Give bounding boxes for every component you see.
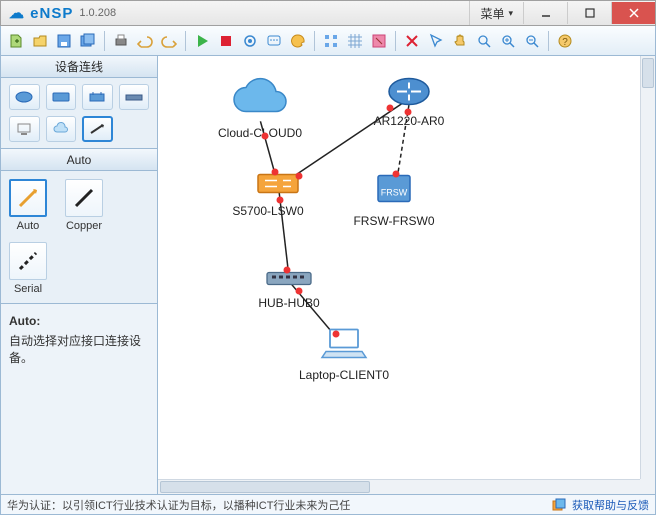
open-button[interactable] xyxy=(29,30,51,52)
grid-snap-button[interactable] xyxy=(320,30,342,52)
port-dot xyxy=(296,173,303,180)
print-button[interactable] xyxy=(110,30,132,52)
port-dot xyxy=(272,169,279,176)
port-dot xyxy=(284,267,291,274)
device-category-wlan[interactable] xyxy=(82,84,113,110)
port-dot xyxy=(387,105,394,112)
zoom-fit-button[interactable] xyxy=(473,30,495,52)
delete-button[interactable] xyxy=(401,30,423,52)
stop-button[interactable] xyxy=(215,30,237,52)
conn-type-auto[interactable]: Auto xyxy=(9,179,47,232)
node-cloud-icon[interactable] xyxy=(228,76,292,125)
port-dot xyxy=(405,109,412,116)
scroll-corner xyxy=(640,479,655,494)
close-button[interactable] xyxy=(611,2,655,24)
menu-dropdown-button[interactable]: 菜单▾ xyxy=(469,1,523,25)
connection-panel-title: Auto xyxy=(1,149,157,171)
start-button[interactable] xyxy=(191,30,213,52)
node-laptop-icon[interactable] xyxy=(320,326,368,367)
minimize-button[interactable] xyxy=(523,2,567,24)
node-hub-label: HUB-HUB0 xyxy=(258,296,319,310)
conn-type-serial[interactable]: Serial xyxy=(9,242,47,295)
svg-text:?: ? xyxy=(562,37,568,48)
device-category-pc[interactable] xyxy=(9,116,40,142)
status-text: 华为认证：以引领ICT行业技术认证为目标，以播种ICT行业未来为己任 xyxy=(7,497,350,513)
conn-type-copper[interactable]: Copper xyxy=(65,179,103,232)
device-category-switch[interactable] xyxy=(46,84,77,110)
sidebar: 设备连线 Auto Auto Copper Serial xyxy=(0,56,158,495)
info-panel: Auto: 自动选择对应接口连接设备。 xyxy=(1,304,157,494)
port-dot xyxy=(393,171,400,178)
grid-view-button[interactable] xyxy=(344,30,366,52)
port-dot xyxy=(296,288,303,295)
feedback-icon xyxy=(552,498,566,512)
node-laptop-label: Laptop-CLIENT0 xyxy=(299,368,389,382)
topology-canvas[interactable]: Cloud-CLOUD0 AR1220-AR0 S5700-LSW0 FRSW … xyxy=(158,56,640,479)
node-router-label: AR1220-AR0 xyxy=(374,114,445,128)
port-dot xyxy=(277,197,284,204)
undo-button[interactable] xyxy=(134,30,156,52)
pan-button[interactable] xyxy=(449,30,471,52)
save-all-button[interactable] xyxy=(77,30,99,52)
version-label: 1.0.208 xyxy=(79,7,116,19)
zoom-in-button[interactable] xyxy=(497,30,519,52)
main-toolbar: ? xyxy=(0,26,656,56)
horizontal-scrollbar[interactable] xyxy=(158,479,640,494)
info-title: Auto: xyxy=(9,314,149,328)
zoom-out-button[interactable] xyxy=(521,30,543,52)
info-text: 自动选择对应接口连接设备。 xyxy=(9,332,149,366)
port-dot xyxy=(333,331,340,338)
device-panel-title: 设备连线 xyxy=(1,56,157,78)
device-category-cloud[interactable] xyxy=(46,116,77,142)
capture-button[interactable] xyxy=(239,30,261,52)
palette-button[interactable] xyxy=(287,30,309,52)
new-button[interactable] xyxy=(5,30,27,52)
device-category-firewall[interactable] xyxy=(119,84,150,110)
help-button[interactable]: ? xyxy=(554,30,576,52)
port-dot xyxy=(262,133,269,140)
node-frsw-label: FRSW-FRSW0 xyxy=(353,214,434,228)
maximize-button[interactable] xyxy=(567,2,611,24)
node-router-icon[interactable] xyxy=(387,75,431,114)
vertical-scrollbar[interactable] xyxy=(640,56,655,479)
svg-text:FRSW: FRSW xyxy=(381,188,408,198)
save-button[interactable] xyxy=(53,30,75,52)
help-feedback-link[interactable]: 获取帮助与反馈 xyxy=(572,497,649,513)
layers-button[interactable] xyxy=(368,30,390,52)
device-category-router[interactable] xyxy=(9,84,40,110)
pointer-button[interactable] xyxy=(425,30,447,52)
device-category-connection[interactable] xyxy=(82,116,113,142)
topology-canvas-area: Cloud-CLOUD0 AR1220-AR0 S5700-LSW0 FRSW … xyxy=(158,56,656,495)
node-cloud-label: Cloud-CLOUD0 xyxy=(218,126,302,140)
redo-button[interactable] xyxy=(158,30,180,52)
text-button[interactable] xyxy=(263,30,285,52)
app-logo: ☁ eNSP xyxy=(1,4,73,22)
node-switch-label: S5700-LSW0 xyxy=(232,204,303,218)
